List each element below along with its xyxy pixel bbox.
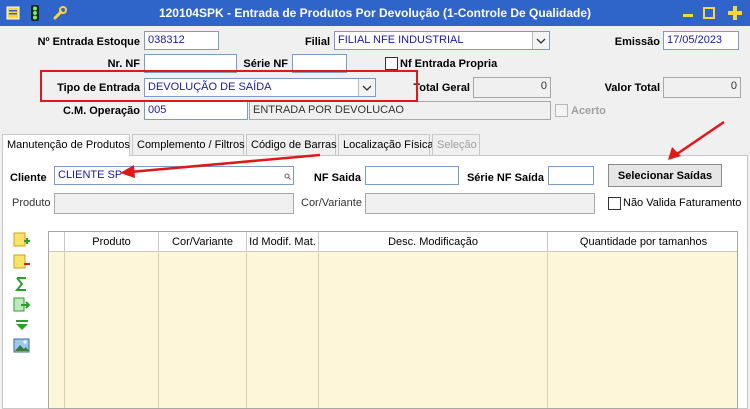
serienf-label: Série NF bbox=[243, 58, 288, 70]
nrnf-label: Nr. NF bbox=[107, 58, 140, 70]
filial-value: FILIAL NFE INDUSTRIAL bbox=[338, 34, 464, 46]
image-icon[interactable] bbox=[13, 338, 31, 354]
chevron-down-icon[interactable] bbox=[532, 32, 549, 49]
highlight-box bbox=[40, 70, 418, 102]
emissao-field[interactable]: 17/05/2023 bbox=[663, 31, 739, 50]
nfpropria-checkbox[interactable] bbox=[385, 57, 398, 70]
nfpropria-label: Nf Entrada Propria bbox=[400, 58, 498, 70]
valortotal-field: 0 bbox=[663, 77, 741, 98]
corvariante-label: Cor/Variante bbox=[301, 197, 362, 209]
acerto-label: Acerto bbox=[571, 105, 606, 117]
grid-col-quantidade[interactable]: Quantidade por tamanhos bbox=[547, 232, 739, 252]
nfsaida-field[interactable] bbox=[365, 166, 459, 185]
grid-row-header bbox=[49, 232, 64, 252]
title-bar: 120104SPK - Entrada de Produtos Por Devo… bbox=[0, 0, 750, 26]
serienfsaida-field[interactable] bbox=[548, 166, 594, 185]
entrada-field[interactable]: 038312 bbox=[144, 31, 219, 50]
filial-select[interactable]: FILIAL NFE INDUSTRIAL bbox=[334, 31, 550, 50]
cmop-code-field[interactable]: 005 bbox=[144, 101, 248, 120]
grid-col-produto[interactable]: Produto bbox=[64, 232, 158, 252]
add-icon[interactable] bbox=[727, 5, 743, 21]
grid-header: Produto Cor/Variante Id Modif. Mat. Desc… bbox=[49, 232, 737, 252]
entrada-label: Nº Entrada Estoque bbox=[37, 36, 140, 48]
acerto-checkbox[interactable] bbox=[555, 104, 568, 117]
serienfsaida-label: Série NF Saída bbox=[466, 172, 544, 184]
produto-field bbox=[54, 193, 294, 214]
filial-label: Filial bbox=[304, 36, 330, 48]
remove-row-icon[interactable] bbox=[13, 254, 31, 270]
download-icon[interactable] bbox=[13, 318, 31, 334]
tab-selecao: Seleção bbox=[432, 134, 480, 155]
naovalida-checkbox[interactable] bbox=[608, 197, 621, 210]
tab-localizacao[interactable]: Localização Física bbox=[338, 134, 434, 155]
export-icon[interactable] bbox=[13, 297, 31, 313]
products-grid[interactable]: Produto Cor/Variante Id Modif. Mat. Desc… bbox=[48, 231, 738, 409]
minimize-button[interactable] bbox=[680, 5, 696, 21]
naovalida-label: Não Valida Faturamento bbox=[623, 197, 742, 209]
produto-label: Produto bbox=[12, 197, 51, 209]
annotation-arrow-cliente bbox=[120, 153, 321, 178]
maximize-button[interactable] bbox=[701, 5, 717, 21]
window-title: 120104SPK - Entrada de Produtos Por Devo… bbox=[158, 6, 592, 20]
grid-divider bbox=[547, 252, 548, 408]
cmop-label: C.M. Operação bbox=[62, 105, 140, 117]
grid-col-idmodif[interactable]: Id Modif. Mat. bbox=[246, 232, 318, 252]
valortotal-label: Valor Total bbox=[604, 82, 660, 94]
totalgeral-field: 0 bbox=[473, 77, 551, 98]
grid-col-corvariante[interactable]: Cor/Variante bbox=[158, 232, 246, 252]
annotation-arrow-selecionar bbox=[668, 120, 725, 160]
add-row-icon[interactable] bbox=[13, 232, 31, 248]
corvariante-field bbox=[365, 193, 595, 214]
grid-divider bbox=[318, 252, 319, 408]
cmop-desc-field: ENTRADA POR DEVOLUCAO bbox=[249, 101, 551, 120]
grid-divider bbox=[64, 252, 65, 408]
sum-icon[interactable] bbox=[13, 276, 31, 292]
grid-divider bbox=[246, 252, 247, 408]
selecionar-saidas-button[interactable]: Selecionar Saídas bbox=[608, 164, 722, 187]
emissao-label: Emissão bbox=[614, 36, 660, 48]
cliente-label: Cliente bbox=[10, 172, 47, 184]
grid-divider bbox=[158, 252, 159, 408]
grid-col-descmodif[interactable]: Desc. Modificação bbox=[318, 232, 547, 252]
tab-manutencao[interactable]: Manutenção de Produtos bbox=[2, 134, 130, 156]
